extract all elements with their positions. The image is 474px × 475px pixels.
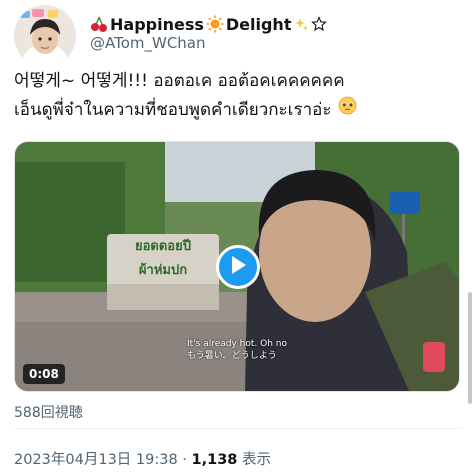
video-duration: 0:08: [23, 364, 65, 384]
user-handle[interactable]: @ATom_WChan: [90, 34, 206, 52]
divider: [14, 428, 460, 429]
impression-label: 表示: [242, 452, 272, 468]
tweet-timestamp[interactable]: 2023年04月13日 19:38 ·: [14, 452, 187, 468]
cherries-icon: [90, 15, 108, 33]
tweet-text-line-2: เอ็นดูพี่จ๋าในความที่ชอบพูดคำเดียวกะเราอ…: [14, 100, 332, 120]
tweet-text: 어떻게~ 어떻게!!! ออตอเค ออต้อคเคคคคคค เอ็นดูพ…: [14, 67, 460, 125]
video-view-count: 588回視聴: [14, 405, 83, 421]
scrollbar[interactable]: [468, 292, 472, 404]
impression-count: 1,138: [191, 452, 238, 468]
display-name-part-1: Happiness: [110, 14, 204, 34]
pleading-face-icon: [338, 96, 357, 125]
avatar[interactable]: [14, 5, 76, 67]
play-button[interactable]: [216, 245, 260, 289]
sparkles-icon: [293, 16, 309, 32]
sun-icon: [206, 15, 224, 33]
tweet-text-line-1: 어떻게~ 어떻게!!! ออตอเค ออต้อคเคคคคคค: [14, 71, 345, 91]
caption-english: It's already hot. Oh no: [187, 339, 287, 349]
play-icon: [229, 255, 247, 279]
star-outline-icon: [311, 16, 328, 32]
display-name-part-2: Delight: [225, 14, 292, 34]
video-player[interactable]: ยอดดอยปี ผ้าห่มปก It's already hot. Oh n…: [14, 141, 460, 392]
sign-text-2: ผ้าห่มปก: [139, 262, 187, 278]
tweet-metadata: 2023年04月13日 19:38 · 1,138 表示: [14, 448, 271, 469]
video-caption: It's already hot. Oh no もう暑い。どうしよう: [187, 338, 287, 362]
caption-japanese: もう暑い。どうしよう: [187, 351, 277, 361]
display-name[interactable]: Happiness Delight: [90, 12, 328, 36]
sign-text-1: ยอดดอยปี: [135, 238, 191, 254]
